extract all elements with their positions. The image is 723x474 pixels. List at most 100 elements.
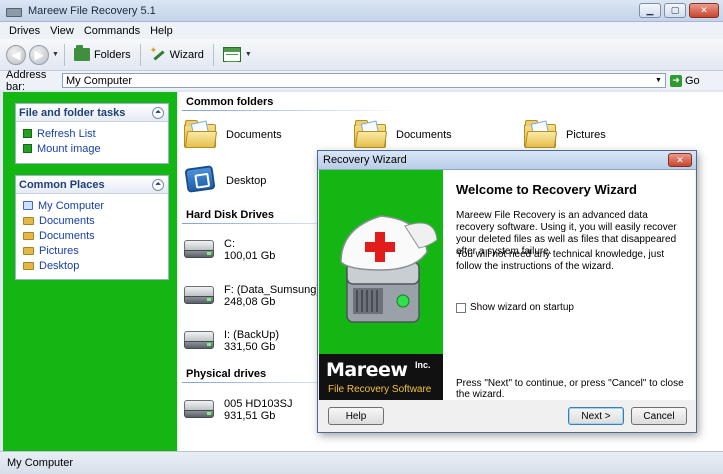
place-label: Documents	[39, 229, 95, 242]
close-icon: ✕	[676, 154, 684, 165]
mount-image-label: Mount image	[37, 142, 101, 155]
file-tasks-title: File and folder tasks	[19, 106, 126, 119]
menu-commands[interactable]: Commands	[79, 25, 145, 37]
drive-item-c[interactable]: C: 100,01 Gb	[184, 238, 275, 262]
wizard-instructions: You will not need any technical knowledg…	[456, 249, 665, 272]
drive-item-f[interactable]: F: (Data_Sumsung) 248,08 Gb	[184, 284, 320, 308]
menu-help[interactable]: Help	[145, 25, 178, 37]
show-wizard-checkbox[interactable]: Show wizard on startup	[456, 302, 574, 313]
folder-item-documents[interactable]: Documents	[184, 120, 282, 150]
logo-wordmark: Mareew	[326, 359, 408, 381]
drive-name: I: (BackUp)	[224, 329, 280, 341]
place-pictures[interactable]: Pictures	[16, 243, 168, 258]
hard-drive-icon	[184, 331, 216, 351]
maximize-button[interactable]: ▢	[664, 3, 686, 18]
desktop-icon	[184, 165, 218, 197]
checkbox-box[interactable]	[456, 302, 466, 313]
hard-drive-nurse-cap-icon	[340, 215, 438, 323]
computer-icon	[23, 201, 33, 210]
dialog-title-bar[interactable]: Recovery Wizard ✕	[318, 151, 696, 170]
address-input[interactable]: My Computer ▼	[62, 73, 666, 88]
folder-icon	[73, 45, 90, 61]
window-title: Mareew File Recovery 5.1	[28, 4, 156, 17]
common-places-header[interactable]: Common Places ⏶	[16, 176, 168, 194]
place-documents-2[interactable]: Documents	[16, 228, 168, 243]
dialog-close-button[interactable]: ✕	[668, 153, 692, 167]
go-button[interactable]: ➜ Go	[670, 74, 700, 87]
place-my-computer[interactable]: My Computer	[16, 198, 168, 213]
title-bar: Mareew File Recovery 5.1 ▁ ▢ ✕	[0, 0, 723, 22]
wizard-label: Wizard	[169, 48, 204, 61]
documents-folder-icon	[354, 120, 388, 150]
refresh-list-label: Refresh List	[37, 127, 96, 140]
logo-subtitle: File Recovery Software	[328, 384, 432, 395]
drive-name: F: (Data_Sumsung)	[224, 284, 320, 296]
cancel-button[interactable]: Cancel	[631, 407, 687, 425]
drive-size: 100,01 Gb	[224, 250, 276, 262]
folder-item-pictures[interactable]: Pictures	[524, 120, 606, 150]
next-button[interactable]: Next >	[568, 407, 624, 425]
menu-drives[interactable]: Drives	[4, 25, 45, 37]
hard-drive-icon	[184, 240, 216, 260]
folder-icon	[23, 246, 34, 255]
forward-button[interactable]: ▶	[29, 44, 49, 65]
dialog-body: Mareew Inc. File Recovery Software Welco…	[319, 170, 695, 400]
mount-icon	[23, 144, 32, 153]
minimize-button[interactable]: ▁	[639, 3, 661, 18]
documents-folder-icon	[184, 120, 218, 150]
collapse-icon[interactable]: ⏶	[152, 178, 164, 191]
back-button[interactable]: ◀	[6, 44, 26, 65]
mount-image-link[interactable]: Mount image	[16, 141, 168, 156]
folder-item-desktop[interactable]: Desktop	[184, 165, 266, 197]
address-bar: Address bar: My Computer ▼ ➜ Go	[0, 68, 723, 93]
chevron-down-icon: ▼	[244, 51, 252, 58]
checkbox-label: Show wizard on startup	[470, 302, 574, 313]
place-documents[interactable]: Documents	[16, 213, 168, 228]
address-label: Address bar:	[6, 68, 47, 93]
place-label: My Computer	[38, 199, 105, 212]
folders-label: Folders	[93, 48, 131, 61]
arrow-left-icon: ◀	[11, 47, 21, 62]
common-folders-title: Common folders	[186, 96, 274, 108]
common-places-title: Common Places	[19, 178, 105, 191]
physical-drive-item[interactable]: 005 HD103SJ 931,51 Gb	[184, 398, 293, 422]
view-list-icon	[222, 47, 241, 62]
refresh-icon	[23, 129, 32, 138]
folder-item-documents-2[interactable]: Documents	[354, 120, 452, 150]
minimize-icon: ▁	[646, 5, 654, 15]
app-icon	[6, 5, 22, 17]
magic-wand-icon	[150, 45, 166, 63]
drive-name: C:	[224, 238, 235, 250]
wizard-footer-text: Press "Next" to continue, or press "Canc…	[456, 378, 684, 400]
drive-item-i[interactable]: I: (BackUp) 331,50 Gb	[184, 329, 279, 353]
history-dropdown-icon[interactable]: ▼	[52, 51, 59, 58]
refresh-list-link[interactable]: Refresh List	[16, 126, 168, 141]
toolbar-separator	[139, 43, 141, 66]
toolbar-separator	[212, 43, 214, 66]
common-places-box: Common Places ⏶ My Computer Documents Do…	[15, 175, 169, 280]
go-arrow-icon: ➜	[670, 74, 682, 87]
folder-icon	[23, 216, 34, 225]
left-task-panel: File and folder tasks ⏶ Refresh List Mou…	[3, 92, 177, 451]
item-label: Documents	[226, 129, 282, 141]
toolbar: ◀ ▶ ▼ Folders Wizard ▼	[0, 39, 723, 71]
go-label: Go	[685, 74, 700, 87]
drive-size: 248,08 Gb	[224, 296, 276, 308]
place-desktop[interactable]: Desktop	[16, 258, 168, 273]
place-label: Documents	[39, 214, 95, 227]
wizard-button[interactable]: Wizard	[146, 43, 208, 67]
menu-view[interactable]: View	[45, 25, 79, 37]
chevron-down-icon[interactable]: ▼	[653, 75, 664, 86]
status-text: My Computer	[7, 457, 74, 469]
wizard-heading: Welcome to Recovery Wizard	[456, 182, 637, 197]
address-value: My Computer	[66, 74, 133, 87]
close-button[interactable]: ✕	[689, 3, 719, 18]
folders-button[interactable]: Folders	[70, 43, 135, 67]
menu-bar: Drives View Commands Help	[0, 22, 723, 39]
pictures-folder-icon	[524, 120, 558, 150]
item-label: Documents	[396, 129, 452, 141]
help-button[interactable]: Help	[328, 407, 384, 425]
collapse-icon[interactable]: ⏶	[152, 106, 164, 119]
view-mode-button[interactable]: ▼	[219, 43, 256, 67]
file-tasks-header[interactable]: File and folder tasks ⏶	[16, 104, 168, 122]
